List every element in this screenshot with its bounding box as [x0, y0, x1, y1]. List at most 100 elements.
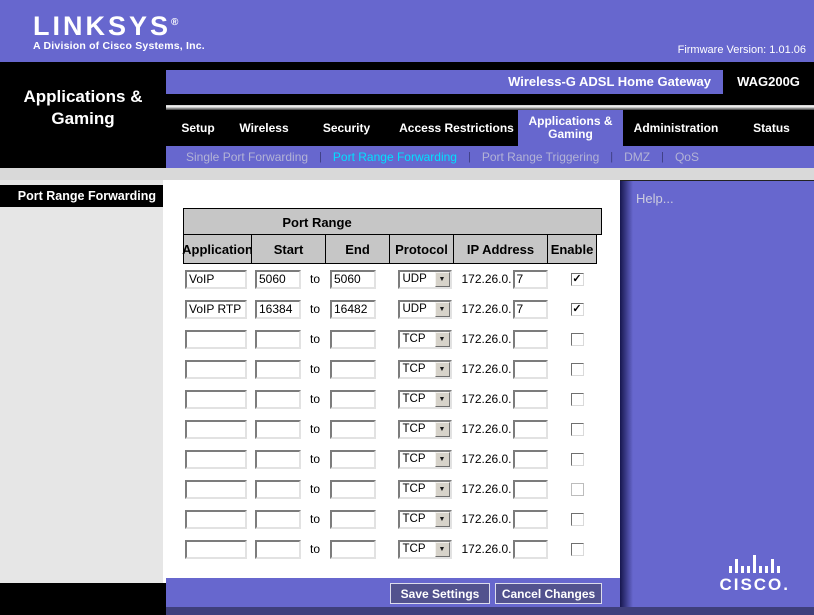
application-input[interactable] [185, 390, 247, 409]
application-input[interactable] [185, 450, 247, 469]
dropdown-arrow-icon[interactable]: ▼ [435, 272, 450, 287]
subnav-qos[interactable]: QoS [675, 150, 699, 164]
linksys-logo-text: LINKSYS® [33, 10, 205, 39]
enable-checkbox[interactable] [571, 543, 584, 556]
protocol-select[interactable]: UDP▼ [398, 270, 452, 289]
tab-access-restrictions[interactable]: Access Restrictions [395, 110, 518, 146]
application-input[interactable] [185, 300, 247, 319]
tab-setup[interactable]: Setup [166, 110, 230, 146]
application-input[interactable] [185, 270, 247, 289]
ip-suffix-input[interactable] [513, 420, 548, 439]
end-port-input[interactable] [330, 270, 376, 289]
protocol-select[interactable]: UDP▼ [398, 300, 452, 319]
protocol-select[interactable]: TCP▼ [398, 420, 452, 439]
start-port-input[interactable] [255, 330, 301, 349]
end-port-input[interactable] [330, 450, 376, 469]
end-port-input[interactable] [330, 510, 376, 529]
table-row: to TCP▼ 172.26.0. [183, 534, 602, 564]
dropdown-arrow-icon[interactable]: ▼ [435, 512, 450, 527]
start-port-input[interactable] [255, 450, 301, 469]
to-label: to [310, 272, 320, 286]
ip-suffix-input[interactable] [513, 390, 548, 409]
tab-security[interactable]: Security [298, 110, 395, 146]
protocol-select[interactable]: TCP▼ [398, 450, 452, 469]
end-port-input[interactable] [330, 300, 376, 319]
ip-suffix-input[interactable] [513, 330, 548, 349]
subnav-single-port-forwarding[interactable]: Single Port Forwarding [186, 150, 308, 164]
end-port-input[interactable] [330, 480, 376, 499]
protocol-select[interactable]: TCP▼ [398, 540, 452, 559]
enable-checkbox[interactable] [571, 453, 584, 466]
subnav-port-range-triggering[interactable]: Port Range Triggering [482, 150, 599, 164]
protocol-select[interactable]: TCP▼ [398, 510, 452, 529]
application-input[interactable] [185, 360, 247, 379]
subnav-port-range-forwarding[interactable]: Port Range Forwarding [333, 150, 457, 164]
enable-checkbox[interactable] [571, 393, 584, 406]
ip-suffix-input[interactable] [513, 540, 548, 559]
help-link[interactable]: Help... [636, 191, 674, 206]
sidebar-bottom-bar [0, 583, 166, 615]
start-port-input[interactable] [255, 420, 301, 439]
dropdown-arrow-icon[interactable]: ▼ [435, 422, 450, 437]
end-port-input[interactable] [330, 330, 376, 349]
dropdown-arrow-icon[interactable]: ▼ [435, 362, 450, 377]
dropdown-arrow-icon[interactable]: ▼ [435, 482, 450, 497]
dropdown-arrow-icon[interactable]: ▼ [435, 542, 450, 557]
subnav-dmz[interactable]: DMZ [624, 150, 650, 164]
application-input[interactable] [185, 420, 247, 439]
ip-prefix: 172.26.0. [461, 422, 511, 436]
start-port-input[interactable] [255, 510, 301, 529]
start-port-input[interactable] [255, 360, 301, 379]
ip-suffix-input[interactable] [513, 360, 548, 379]
enable-checkbox[interactable] [571, 333, 584, 346]
application-input[interactable] [185, 480, 247, 499]
to-label: to [310, 512, 320, 526]
protocol-value: TCP [400, 482, 435, 497]
tab-status[interactable]: Status [729, 110, 814, 146]
dropdown-arrow-icon[interactable]: ▼ [435, 302, 450, 317]
table-title: Port Range [282, 215, 351, 230]
protocol-select[interactable]: TCP▼ [398, 360, 452, 379]
start-port-input[interactable] [255, 270, 301, 289]
tab-wireless[interactable]: Wireless [230, 110, 298, 146]
save-settings-button[interactable]: Save Settings [390, 583, 490, 604]
protocol-value: TCP [400, 362, 435, 377]
sidebar: Port Range Forwarding [0, 180, 166, 583]
ip-suffix-input[interactable] [513, 270, 548, 289]
enable-checkbox[interactable] [571, 483, 584, 496]
table-row: to UDP▼ 172.26.0. ✓ [183, 264, 602, 294]
section-title: Port Range Forwarding [0, 185, 163, 207]
dropdown-arrow-icon[interactable]: ▼ [435, 452, 450, 467]
dropdown-arrow-icon[interactable]: ▼ [435, 332, 450, 347]
start-port-input[interactable] [255, 300, 301, 319]
end-port-input[interactable] [330, 390, 376, 409]
tab-administration[interactable]: Administration [623, 110, 729, 146]
to-label: to [310, 452, 320, 466]
table-row: to TCP▼ 172.26.0. [183, 444, 602, 474]
ip-suffix-input[interactable] [513, 480, 548, 499]
ip-suffix-input[interactable] [513, 300, 548, 319]
dropdown-arrow-icon[interactable]: ▼ [435, 392, 450, 407]
application-input[interactable] [185, 540, 247, 559]
end-port-input[interactable] [330, 420, 376, 439]
enable-checkbox[interactable] [571, 513, 584, 526]
enable-checkbox[interactable] [571, 423, 584, 436]
end-port-input[interactable] [330, 360, 376, 379]
start-port-input[interactable] [255, 390, 301, 409]
ip-suffix-input[interactable] [513, 510, 548, 529]
enable-checkbox[interactable]: ✓ [571, 273, 584, 286]
tab-applications-gaming[interactable]: Applications & Gaming [518, 110, 623, 146]
cancel-changes-button[interactable]: Cancel Changes [495, 583, 602, 604]
enable-checkbox[interactable] [571, 363, 584, 376]
enable-checkbox[interactable]: ✓ [571, 303, 584, 316]
ip-suffix-input[interactable] [513, 450, 548, 469]
application-input[interactable] [185, 330, 247, 349]
protocol-select[interactable]: TCP▼ [398, 330, 452, 349]
table-row: to UDP▼ 172.26.0. ✓ [183, 294, 602, 324]
protocol-select[interactable]: TCP▼ [398, 390, 452, 409]
application-input[interactable] [185, 510, 247, 529]
protocol-select[interactable]: TCP▼ [398, 480, 452, 499]
start-port-input[interactable] [255, 540, 301, 559]
end-port-input[interactable] [330, 540, 376, 559]
start-port-input[interactable] [255, 480, 301, 499]
